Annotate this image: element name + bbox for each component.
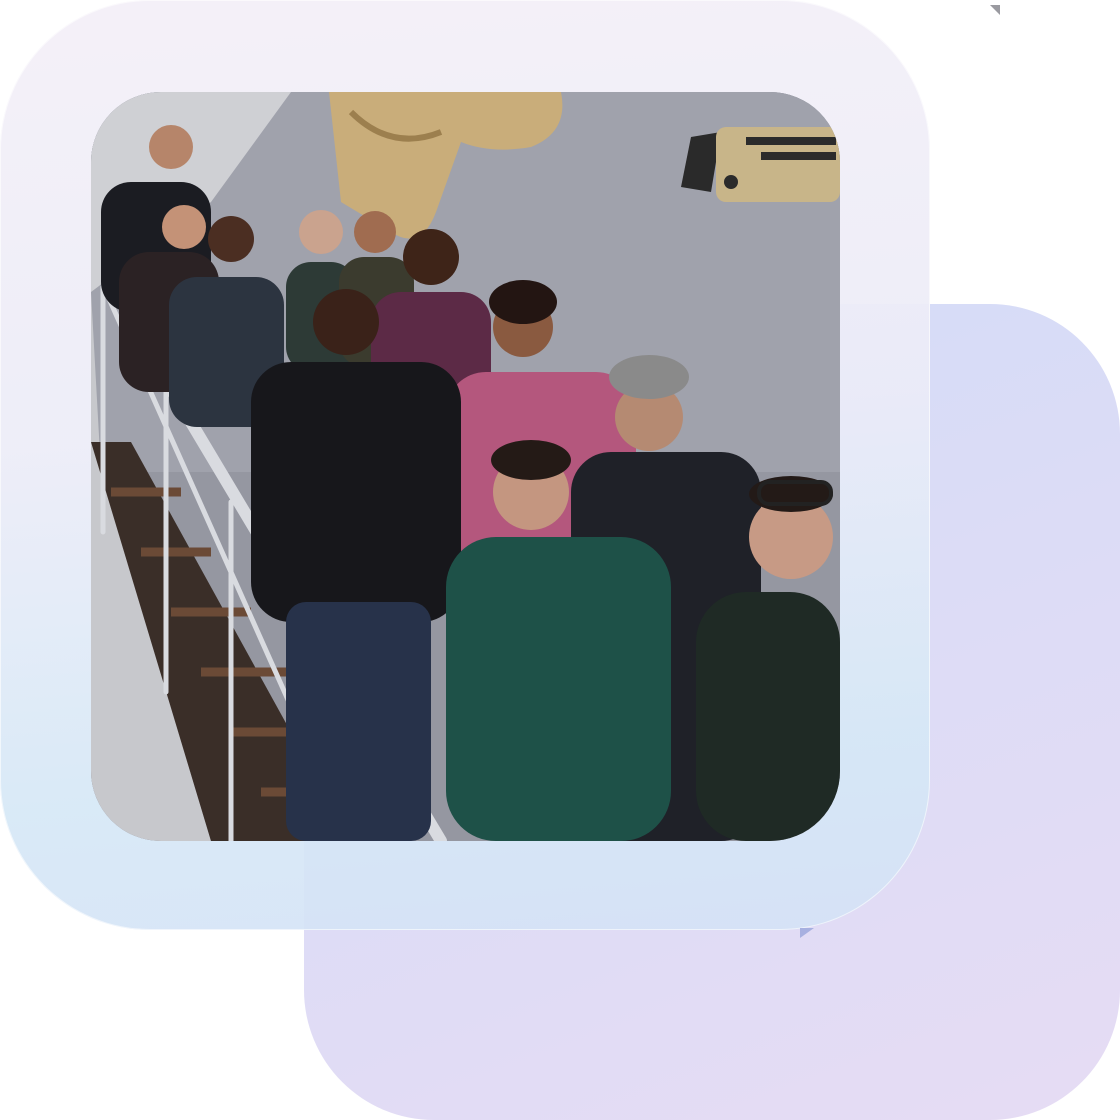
team-photo-illustration (91, 92, 840, 841)
corner-mark (800, 928, 814, 938)
corner-mark (990, 5, 1000, 15)
hero-image-composition (0, 0, 1120, 1120)
team-photo (91, 92, 840, 841)
